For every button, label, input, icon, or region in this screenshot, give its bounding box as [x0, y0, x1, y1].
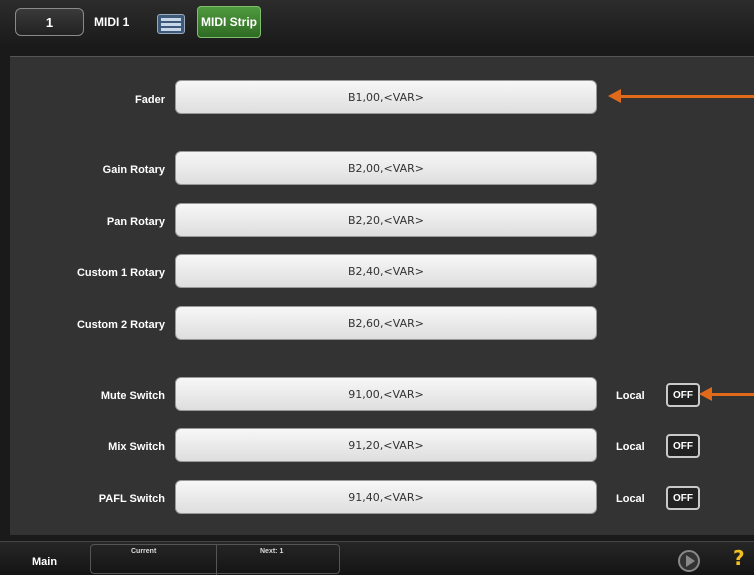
pan-rotary-midi-field[interactable]: B2,20,<VAR>: [175, 203, 597, 237]
annotation-arrow-mute: [699, 387, 754, 401]
main-label: Main: [32, 556, 58, 568]
mix-switch-midi-field[interactable]: 91,20,<VAR>: [175, 428, 597, 462]
scene-current-label: Current: [131, 548, 157, 555]
annotation-arrow-fader: [608, 89, 754, 103]
local-label-mix: Local: [616, 441, 645, 453]
mute-local-toggle[interactable]: OFF: [666, 383, 700, 407]
row-label-custom-2-rotary: Custom 2 Rotary: [76, 319, 165, 331]
keyboard-icon[interactable]: [157, 14, 185, 34]
custom-2-rotary-midi-field[interactable]: B2,60,<VAR>: [175, 306, 597, 340]
tab-midi-strip[interactable]: MIDI Strip: [197, 6, 261, 38]
row-label-mute-switch: Mute Switch: [100, 390, 165, 402]
scene-divider: [216, 545, 217, 575]
channel-number-button[interactable]: 1: [15, 8, 84, 36]
row-label-pan-rotary: Pan Rotary: [106, 216, 165, 228]
pafl-local-toggle[interactable]: OFF: [666, 486, 700, 510]
midi-strip-panel: Fader B1,00,<VAR> Gain Rotary B2,00,<VAR…: [10, 56, 754, 535]
row-label-custom-1-rotary: Custom 1 Rotary: [76, 267, 165, 279]
scene-status[interactable]: Current Next: 1: [90, 544, 340, 575]
row-label-mix-switch: Mix Switch: [108, 441, 165, 453]
help-icon[interactable]: ?: [733, 546, 745, 570]
bottom-bar: Main Current Next: 1 ?: [0, 541, 754, 575]
play-icon[interactable]: [678, 550, 700, 572]
pafl-switch-midi-field[interactable]: 91,40,<VAR>: [175, 480, 597, 514]
gain-rotary-midi-field[interactable]: B2,00,<VAR>: [175, 151, 597, 185]
custom-1-rotary-midi-field[interactable]: B2,40,<VAR>: [175, 254, 597, 288]
row-label-gain-rotary: Gain Rotary: [102, 164, 165, 176]
local-label-pafl: Local: [616, 493, 645, 505]
channel-name: MIDI 1: [94, 15, 130, 29]
row-label-fader: Fader: [135, 94, 165, 106]
row-label-pafl-switch: PAFL Switch: [98, 493, 165, 505]
mix-local-toggle[interactable]: OFF: [666, 434, 700, 458]
top-bar: 1 MIDI 1 MIDI Strip: [0, 0, 754, 44]
local-label-mute: Local: [616, 390, 645, 402]
fader-midi-field[interactable]: B1,00,<VAR>: [175, 80, 597, 114]
scene-next-label: Next: 1: [260, 548, 284, 555]
mute-switch-midi-field[interactable]: 91,00,<VAR>: [175, 377, 597, 411]
